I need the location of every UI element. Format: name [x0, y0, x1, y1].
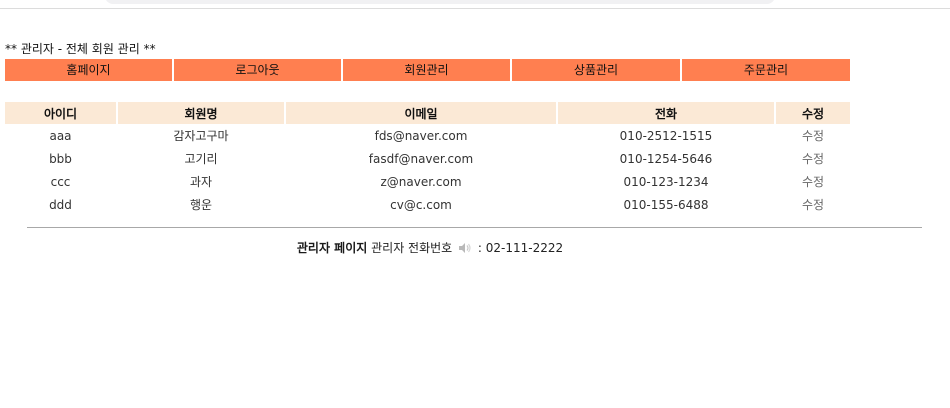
nav-order-manage-link[interactable]: 주문관리	[682, 59, 850, 81]
browser-tab-shape	[105, 0, 775, 4]
cell-name: 과자	[189, 175, 213, 189]
cell-name: 고기리	[184, 152, 218, 166]
column-header-email: 이메일	[286, 102, 556, 124]
cell-name: 행운	[189, 198, 213, 212]
column-header-name: 회원명	[118, 102, 284, 124]
table-row: ccc 과자 z@naver.com 010-123-1234 수정	[5, 170, 850, 193]
cell-phone: 010-2512-1515	[619, 128, 713, 143]
footer: 관리자 페이지 관리자 전화번호 : 02-111-2222	[0, 239, 860, 256]
admin-nav: 홈페이지 로그아웃 회원관리 상품관리 주문관리	[5, 59, 850, 81]
edit-link[interactable]: 수정	[776, 147, 850, 170]
cell-id: bbb	[49, 151, 72, 166]
cell-phone: 010-155-6488	[623, 197, 709, 212]
footer-divider	[27, 227, 922, 228]
edit-link[interactable]: 수정	[776, 193, 850, 216]
cell-email: cv@c.com	[390, 197, 452, 212]
edit-link[interactable]: 수정	[776, 124, 850, 147]
footer-title: 관리자 페이지	[296, 241, 368, 255]
column-header-id: 아이디	[5, 102, 116, 124]
cell-id: ccc	[50, 174, 71, 189]
table-row: aaa 감자고구마 fds@naver.com 010-2512-1515 수정	[5, 124, 850, 147]
cell-id: aaa	[49, 128, 72, 143]
cell-phone: 010-1254-5646	[619, 151, 713, 166]
nav-product-manage-link[interactable]: 상품관리	[512, 59, 680, 81]
cell-phone: 010-123-1234	[623, 174, 709, 189]
table-row: ddd 행운 cv@c.com 010-155-6488 수정	[5, 193, 850, 216]
table-row: bbb 고기리 fasdf@naver.com 010-1254-5646 수정	[5, 147, 850, 170]
nav-home-link[interactable]: 홈페이지	[5, 59, 172, 81]
nav-member-manage-link[interactable]: 회원관리	[343, 59, 510, 81]
speaker-icon	[458, 242, 472, 254]
browser-top-strip	[0, 0, 950, 9]
cell-name: 감자고구마	[173, 129, 229, 143]
nav-logout-link[interactable]: 로그아웃	[174, 59, 341, 81]
page-title: ** 관리자 - 전체 회원 관리 **	[5, 42, 156, 56]
cell-email: fds@naver.com	[374, 128, 468, 143]
member-table: 아이디 회원명 이메일 전화 수정 aaa 감자고구마 fds@naver.co…	[3, 102, 852, 216]
footer-phone-number: : 02-111-2222	[477, 241, 564, 255]
table-header-row: 아이디 회원명 이메일 전화 수정	[5, 102, 850, 124]
column-header-edit: 수정	[776, 102, 850, 124]
edit-link[interactable]: 수정	[776, 170, 850, 193]
column-header-phone: 전화	[558, 102, 774, 124]
cell-email: z@naver.com	[380, 174, 462, 189]
cell-id: ddd	[49, 197, 72, 212]
footer-phone-label: 관리자 전화번호	[371, 241, 453, 255]
cell-email: fasdf@naver.com	[368, 151, 474, 166]
